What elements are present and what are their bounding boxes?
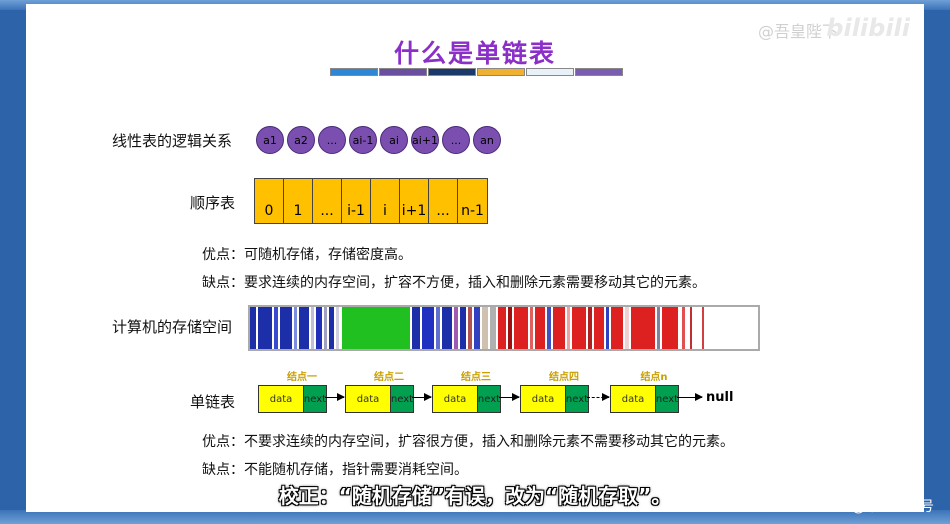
node-title: 结点四	[549, 372, 579, 383]
link-arrow-dotted	[587, 393, 610, 401]
color-bar-segment	[379, 68, 427, 76]
node-box: data next	[520, 385, 589, 413]
color-bar-segment	[428, 68, 476, 76]
sequential-label: 顺序表	[190, 194, 236, 212]
linked-node: 结点n data next	[610, 368, 698, 413]
seq-cell: 0	[255, 179, 284, 223]
node-next: next	[565, 386, 588, 412]
color-bar-segment	[526, 68, 574, 76]
null-label: null	[706, 390, 734, 405]
linked-cons: 缺点：不能随机存储，指针需要消耗空间。	[202, 462, 468, 478]
seq-cell: i-1	[342, 179, 371, 223]
memory-label: 计算机的存储空间	[112, 318, 233, 336]
logic-node: ...	[442, 126, 470, 154]
linked-node: 结点三 data next	[432, 368, 520, 413]
slide-title: 什么是单链表	[393, 39, 556, 68]
link-arrow	[499, 393, 520, 401]
seq-cell: n-1	[461, 203, 484, 219]
logic-label: 线性表的逻辑关系	[112, 132, 233, 150]
link-arrow	[677, 393, 703, 401]
logic-node: an	[473, 126, 501, 154]
link-arrow	[325, 393, 345, 401]
node-next: next	[390, 386, 413, 412]
seq-cell: ...	[429, 179, 458, 223]
logic-node: a2	[287, 126, 315, 154]
node-box: data next	[345, 385, 414, 413]
node-data: data	[259, 386, 303, 412]
node-data: data	[521, 386, 565, 412]
seq-cell: ...	[313, 179, 342, 223]
sequential-pros: 优点：可随机存储，存储密度高。	[202, 247, 412, 263]
seq-cell: i	[371, 179, 400, 223]
color-bar-segment	[477, 68, 525, 76]
node-box: data next	[258, 385, 327, 413]
node-title: 结点二	[374, 372, 404, 383]
title-color-bar	[330, 68, 624, 76]
linked-pros: 优点：不要求连续的内存空间，扩容很方便，插入和删除元素不需要移动其它的元素。	[202, 434, 734, 450]
sequential-table: 0 1 ... i-1 i i+1 ... n-1	[254, 178, 488, 224]
node-next: next	[303, 386, 326, 412]
link-arrow	[412, 393, 432, 401]
seq-cell: 1	[284, 179, 313, 223]
node-title: 结点一	[287, 372, 317, 383]
node-next: next	[477, 386, 500, 412]
color-bar-segment	[575, 68, 623, 76]
sequential-cons: 缺点：要求连续的内存空间，扩容不方便，插入和删除元素需要移动其它的元素。	[202, 275, 706, 291]
linked-label: 单链表	[190, 393, 236, 411]
linked-node: 结点二 data next	[345, 368, 433, 413]
node-next: next	[655, 386, 678, 412]
linked-node: 结点一 data next	[258, 368, 346, 413]
node-data: data	[346, 386, 390, 412]
seq-cell: i+1	[400, 179, 429, 223]
node-box: data next	[610, 385, 679, 413]
logic-node: ai-1	[349, 126, 377, 154]
logic-node: ...	[318, 126, 346, 154]
logic-node: ai+1	[411, 126, 439, 154]
node-data: data	[611, 386, 655, 412]
memory-strip	[248, 305, 760, 351]
csdn-watermark: CSDN @菜鸟550号	[806, 499, 934, 515]
slide: @吾皇陛下 bilibili 什么是单链表 线性表的逻辑关系 a1 a2 ...…	[26, 4, 924, 512]
color-bar-segment	[330, 68, 378, 76]
node-box: data next	[432, 385, 501, 413]
node-data: data	[433, 386, 477, 412]
logic-node: a1	[256, 126, 284, 154]
logic-node: ai	[380, 126, 408, 154]
node-title: 结点n	[640, 372, 668, 383]
linked-node: 结点四 data next	[520, 368, 608, 413]
node-title: 结点三	[461, 372, 491, 383]
logic-circles: a1 a2 ... ai-1 ai ai+1 ... an	[256, 126, 504, 154]
memory-strip-graphic	[250, 307, 704, 349]
